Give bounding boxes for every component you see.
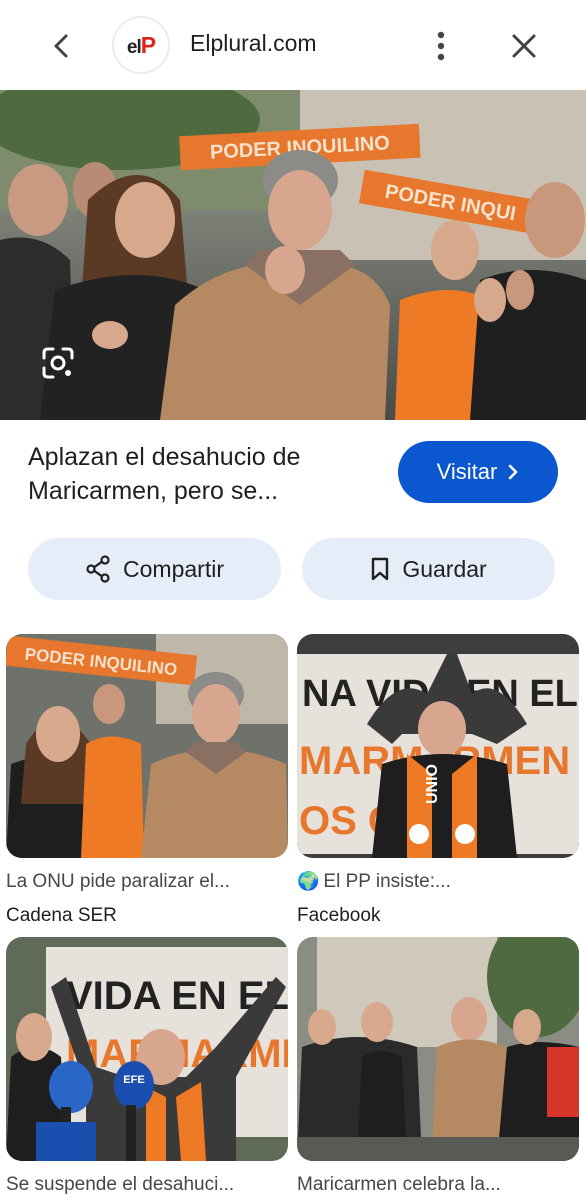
related-card[interactable]: NA VIDA EN EL MARMARMEN OS OL UNIO 🌍El P… xyxy=(297,634,579,927)
chevron-right-icon xyxy=(509,464,518,480)
thumb-scarf-text: UNIO xyxy=(424,764,441,804)
close-icon xyxy=(512,34,536,58)
related-thumbnail[interactable]: PODER INQUILINO xyxy=(6,634,288,858)
thumbnail-image: PODER INQUILINO xyxy=(6,634,288,858)
related-source: Cadena SER xyxy=(6,905,117,926)
back-button[interactable] xyxy=(44,28,80,64)
back-arrow-icon xyxy=(54,34,68,58)
globe-icon: 🌍 xyxy=(297,871,320,891)
google-lens-button[interactable] xyxy=(38,343,78,383)
thumbnail-image: NA VIDA EN EL MARMARMEN OS OL UNIO xyxy=(297,634,579,858)
site-logo: elP xyxy=(112,16,170,74)
more-options-button[interactable] xyxy=(425,28,457,64)
related-card[interactable]: PODER INQUILINO La ONU pide paralizar el… xyxy=(6,634,288,927)
save-label: Guardar xyxy=(402,555,487,582)
share-button[interactable]: Compartir xyxy=(28,538,281,600)
related-source: Facebook xyxy=(297,905,381,926)
related-thumbnail[interactable] xyxy=(297,937,579,1161)
visit-button[interactable]: Visitar xyxy=(398,441,558,503)
thumbnail-image: VIDA EN EL MARMARME EFE xyxy=(6,937,288,1161)
lens-icon xyxy=(42,347,74,379)
hero-image[interactable]: PODER INQUILINO PODER INQUI xyxy=(0,90,586,420)
save-button[interactable]: Guardar xyxy=(302,538,555,600)
related-thumbnail[interactable]: VIDA EN EL MARMARME EFE xyxy=(6,937,288,1161)
logo-text-el: el xyxy=(126,36,142,58)
share-label: Compartir xyxy=(123,555,224,582)
logo-text-p: P xyxy=(140,31,156,58)
protest-photo: PODER INQUILINO PODER INQUI xyxy=(0,90,586,420)
visit-label: Visitar xyxy=(436,459,498,484)
related-thumbnail[interactable]: NA VIDA EN EL MARMARMEN OS OL UNIO xyxy=(297,634,579,858)
related-title: Se suspende el desahuci... xyxy=(6,1174,235,1195)
related-title: 🌍 El PP insiste:... xyxy=(297,871,579,893)
close-button[interactable] xyxy=(505,28,543,64)
related-title: Maricarmen celebra la... xyxy=(297,1174,501,1195)
related-card[interactable]: Maricarmen celebra la... xyxy=(297,937,579,1196)
thumb-mic-text: EFE xyxy=(123,1074,144,1086)
bookmark-icon xyxy=(372,557,389,581)
site-name: Elplural.com xyxy=(190,30,317,56)
share-icon xyxy=(86,555,110,583)
related-title: La ONU pide paralizar el... xyxy=(6,871,230,892)
related-card[interactable]: VIDA EN EL MARMARME EFE Se suspende el d… xyxy=(6,937,288,1196)
top-bar: elP Elplural.com xyxy=(0,0,586,90)
thumbnail-image xyxy=(297,937,579,1161)
related-title-text: El PP insiste:... xyxy=(323,871,451,892)
more-vert-icon xyxy=(437,31,445,61)
result-title[interactable]: Aplazan el desahucio de Maricarmen, pero… xyxy=(28,440,378,508)
